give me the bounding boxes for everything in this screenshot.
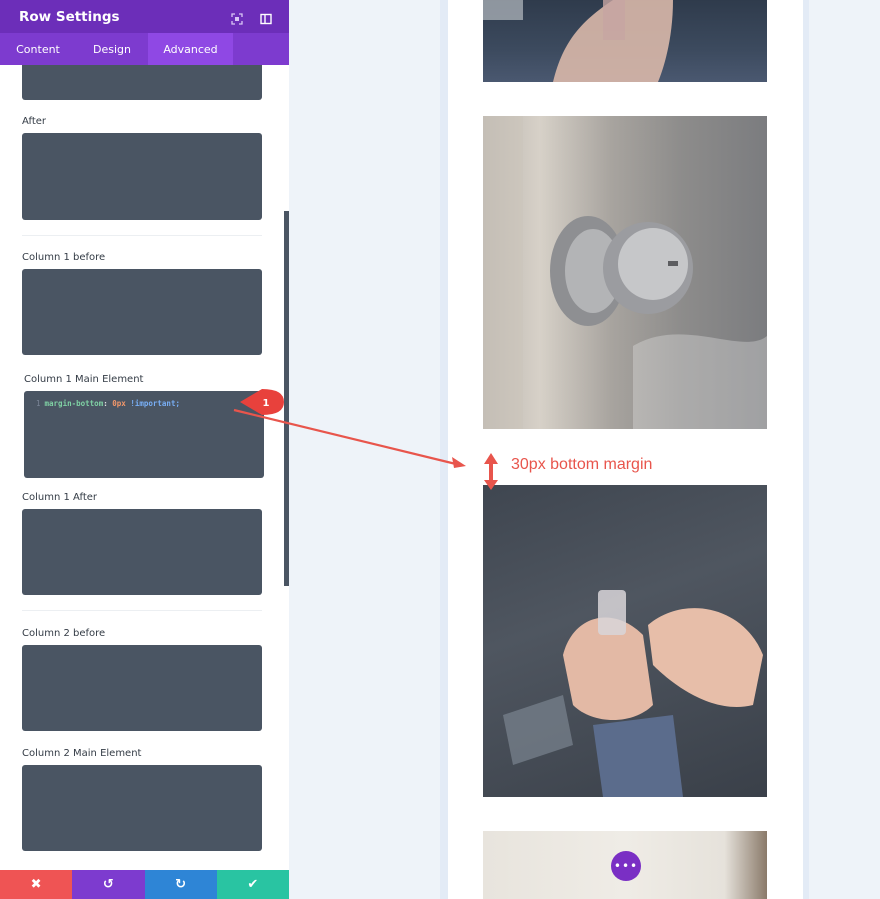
image-hand-with-key[interactable] (483, 0, 767, 82)
page-column-edge-left (440, 0, 448, 899)
ellipsis-icon: ••• (613, 859, 639, 873)
image-hands-with-lock[interactable] (483, 485, 767, 797)
field-label-column-1-after: Column 1 After (22, 492, 98, 503)
column-2-main-css-field[interactable] (22, 765, 262, 851)
field-label-column-1-main: Column 1 Main Element (24, 374, 144, 385)
field-label-column-2-before: Column 2 before (22, 628, 106, 639)
column-1-main-css-field[interactable]: 1 margin-bottom: 0px !important; (24, 391, 264, 478)
redo-icon: ↻ (175, 877, 187, 892)
fullscreen-icon[interactable] (231, 10, 243, 25)
css-value: 0px (112, 399, 126, 408)
field-label-column-1-before: Column 1 before (22, 252, 106, 263)
undo-button[interactable]: ↺ (72, 870, 145, 899)
tab-content[interactable]: Content (0, 33, 76, 65)
undo-icon: ↺ (102, 877, 114, 892)
split-view-icon[interactable] (260, 10, 272, 25)
line-number: 1 (36, 399, 41, 408)
css-property: margin-bottom (44, 399, 104, 408)
cancel-button[interactable]: ✖ (0, 870, 73, 899)
page-column-edge-right (803, 0, 809, 899)
row-settings-panel: Row Settings Content Design Advanced Aft… (0, 0, 289, 899)
settings-tabs: Content Design Advanced (0, 33, 289, 65)
image-door-knob[interactable] (483, 116, 767, 429)
panel-footer: ✖ ↺ ↻ ✔ (0, 870, 289, 899)
column-1-before-css-field[interactable] (22, 269, 262, 355)
column-2-before-css-field[interactable] (22, 645, 262, 731)
panel-scrollbar[interactable] (284, 211, 289, 586)
annotation-label: 30px bottom margin (511, 456, 653, 473)
tab-advanced[interactable]: Advanced (148, 33, 233, 65)
css-important: !important; (130, 399, 180, 408)
column-1-after-css-field[interactable] (22, 509, 262, 595)
panel-header: Row Settings (0, 0, 289, 33)
before-css-field[interactable] (22, 65, 262, 100)
tab-design[interactable]: Design (76, 33, 148, 65)
settings-scroll-area[interactable]: After Column 1 before Column 1 Main Elem… (0, 65, 289, 870)
code-line: 1 margin-bottom: 0px !important; (36, 399, 180, 408)
after-css-field[interactable] (22, 133, 262, 220)
close-icon: ✖ (30, 877, 42, 892)
css-colon: : (103, 399, 108, 408)
section-divider (22, 235, 262, 236)
field-label-after: After (22, 116, 47, 127)
panel-title: Row Settings (19, 8, 120, 25)
section-divider (22, 610, 262, 611)
checkmark-icon: ✔ (247, 877, 259, 892)
more-options-button[interactable]: ••• (611, 851, 641, 881)
field-label-column-2-main: Column 2 Main Element (22, 748, 142, 759)
save-button[interactable]: ✔ (216, 870, 289, 899)
redo-button[interactable]: ↻ (144, 870, 217, 899)
